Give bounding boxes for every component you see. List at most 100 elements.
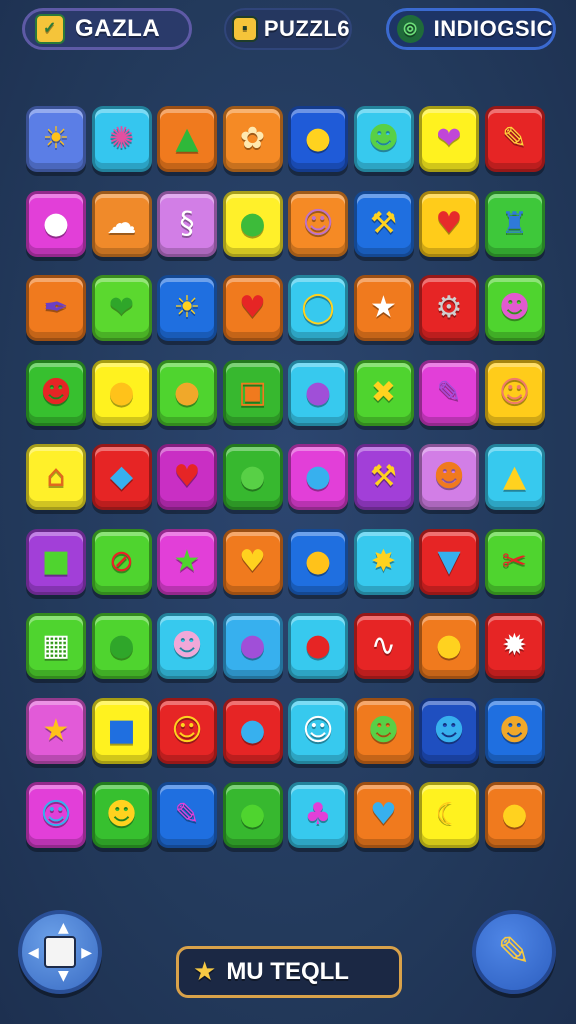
game-tile[interactable]: ▦	[26, 613, 86, 679]
game-tile[interactable]: ♣	[288, 782, 348, 848]
game-tile[interactable]: ✒	[26, 275, 86, 341]
game-tile[interactable]: ♥	[353, 782, 414, 848]
game-tile[interactable]: ✹	[484, 613, 545, 679]
lemon-icon: ●	[304, 543, 332, 579]
game-tile[interactable]: ☾	[419, 782, 479, 848]
lollipop-icon: ●	[304, 628, 332, 663]
star-icon: ★	[370, 290, 397, 325]
game-tile[interactable]: ☻	[26, 359, 86, 426]
game-tile[interactable]: ⚙	[419, 275, 479, 341]
game-tile[interactable]: ▲	[157, 106, 217, 172]
center-action-button[interactable]: ★ MU TEQLL	[176, 946, 402, 998]
game-tile[interactable]: ⚒	[353, 190, 414, 257]
game-tile[interactable]: ☁	[91, 190, 152, 257]
game-tile[interactable]: ●	[222, 613, 283, 679]
game-tile[interactable]: §	[157, 190, 217, 257]
game-tile[interactable]: ▲	[484, 444, 545, 510]
balloon-icon: ●	[304, 459, 332, 494]
game-tile[interactable]: ⚒	[353, 444, 414, 510]
game-tile[interactable]: ☻	[419, 697, 479, 764]
game-tile[interactable]: ⊘	[91, 528, 152, 595]
game-tile[interactable]: ✎	[484, 106, 545, 172]
game-tile[interactable]: ●	[288, 528, 348, 595]
game-tile[interactable]: ♥	[419, 190, 479, 257]
game-tile[interactable]: ✿	[222, 106, 283, 172]
tab-label: PUZZL6	[263, 16, 350, 41]
game-tile[interactable]: ■	[26, 528, 86, 595]
game-tile[interactable]: ☻	[157, 613, 217, 679]
game-tile[interactable]: ■	[91, 697, 152, 764]
ball-icon: ●	[304, 374, 332, 410]
game-tile[interactable]: ♥	[222, 528, 283, 595]
game-tile[interactable]: ☺	[26, 782, 86, 848]
leaf-icon: ❤	[436, 121, 462, 156]
edit-button[interactable]: ✎	[472, 910, 556, 994]
game-tile[interactable]: ☺	[157, 697, 217, 764]
arrow-up-icon: ▲	[58, 920, 69, 936]
game-tile[interactable]: ☻	[484, 697, 545, 764]
game-tile[interactable]: ●	[288, 359, 348, 426]
game-tile[interactable]: ☻	[353, 697, 414, 764]
game-tile[interactable]: ●	[484, 782, 545, 848]
game-tile[interactable]: ☺	[288, 697, 348, 764]
scribble-icon: ∿	[370, 628, 397, 663]
game-tile[interactable]: ☺	[288, 190, 348, 257]
calculator-icon: ▦	[41, 628, 71, 663]
game-tile[interactable]: ✂	[484, 528, 545, 595]
tab-gazla[interactable]: ✓ GAZLA	[22, 8, 192, 50]
game-tile[interactable]: ✸	[353, 528, 414, 595]
game-tile[interactable]: ★	[157, 528, 217, 595]
game-tile[interactable]: ●	[157, 359, 217, 426]
tab-label: INDIOGSIC	[433, 16, 553, 41]
game-tile[interactable]: ●	[222, 697, 283, 764]
swirl-icon: §	[179, 205, 195, 241]
thumb-icon: ●	[435, 628, 463, 663]
game-tile[interactable]: ❤	[419, 106, 479, 172]
game-tile[interactable]: ◆	[91, 444, 152, 510]
tab-puzzl6[interactable]: ▪ PUZZL6	[224, 8, 352, 50]
game-tile[interactable]: ★	[26, 697, 86, 764]
game-tile[interactable]: ☻	[91, 782, 152, 848]
game-tile[interactable]: ◯	[288, 275, 348, 341]
game-tile[interactable]: ☀	[157, 275, 217, 341]
game-tile[interactable]: ✎	[157, 782, 217, 848]
game-tile[interactable]: ☀	[26, 106, 86, 172]
house-icon: ⌂	[46, 459, 66, 494]
game-tile[interactable]: ●	[288, 613, 348, 679]
game-tile[interactable]: ✺	[91, 106, 152, 172]
game-tile[interactable]: ●	[91, 613, 152, 679]
game-tile[interactable]: ♥	[157, 444, 217, 510]
puzzle-box-icon: ▪	[232, 16, 258, 42]
bread-icon: ●	[173, 374, 201, 410]
tab-indiogsic[interactable]: ◎ INDIOGSIC	[386, 8, 556, 50]
dpad-button[interactable]: ▲ ▼ ◀ ▶	[18, 910, 102, 994]
game-tile[interactable]: ☻	[419, 444, 479, 510]
arrow-right-icon: ▶	[81, 945, 92, 961]
carrot-icon: ▼	[437, 543, 461, 579]
game-tile[interactable]: ●	[288, 106, 348, 172]
game-tile[interactable]: ●	[419, 613, 479, 679]
game-tile[interactable]: ✖	[353, 359, 414, 426]
game-tile[interactable]: ●	[222, 190, 283, 257]
game-tile[interactable]: ▼	[419, 528, 479, 595]
game-tile[interactable]: ☻	[353, 106, 414, 172]
game-tile[interactable]: ▣	[222, 359, 283, 426]
game-tile[interactable]: ●	[26, 190, 86, 257]
game-tile[interactable]: ●	[288, 444, 348, 510]
game-tile[interactable]: ☻	[484, 275, 545, 341]
game-tile[interactable]: ★	[353, 275, 414, 341]
game-tile[interactable]: ●	[222, 782, 283, 848]
game-tile[interactable]: ☺	[484, 359, 545, 426]
game-tile[interactable]: ♜	[484, 190, 545, 257]
blob-icon: ●	[239, 628, 266, 663]
game-tile[interactable]: ●	[91, 359, 152, 426]
leaf-icon: ❤	[108, 290, 135, 325]
egg-icon: ●	[42, 205, 70, 241]
game-tile[interactable]: ●	[222, 444, 283, 510]
game-tile[interactable]: ❤	[91, 275, 152, 341]
game-tile[interactable]: ⌂	[26, 444, 86, 510]
game-tile[interactable]: ∿	[353, 613, 414, 679]
game-tile[interactable]: ♥	[222, 275, 283, 341]
robot-icon: ☻	[433, 459, 465, 494]
game-tile[interactable]: ✎	[419, 359, 479, 426]
